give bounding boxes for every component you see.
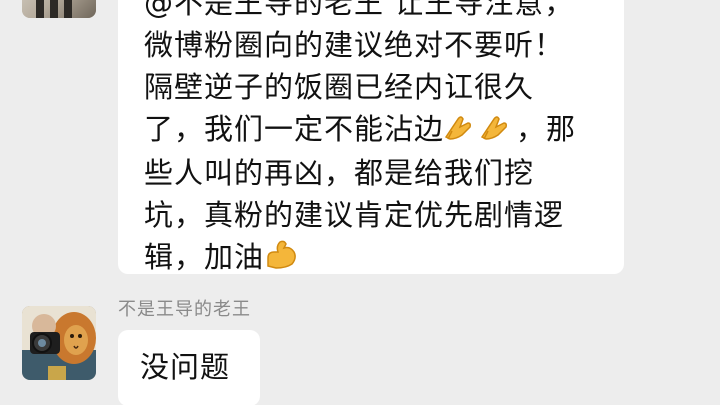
avatar-image	[22, 0, 96, 18]
message-line: 隔壁逆子的饭圈已经内讧很久	[144, 70, 535, 104]
message-line: 了，我们一定不能沾边	[144, 112, 445, 146]
avatar-stripe	[36, 0, 44, 18]
avatar[interactable]	[22, 306, 96, 380]
flexed-biceps-icon	[264, 238, 300, 281]
message-line: 辑，加油	[144, 240, 265, 274]
avatar[interactable]	[22, 0, 96, 18]
message-line: @不是王导的老王 让王导注意，	[144, 0, 575, 20]
message-line: ，那	[516, 112, 577, 146]
avatar-stripe	[50, 0, 58, 18]
praying-hands-icon	[444, 110, 480, 152]
praying-hands-icon	[480, 110, 516, 152]
sender-name: 不是王导的老王	[118, 299, 251, 320]
avatar-image	[22, 306, 96, 380]
message-line: 坑，真粉的建议肯定优先剧情逻	[144, 198, 565, 232]
avatar-stripe	[64, 0, 72, 18]
message-text: 没问题	[140, 350, 231, 384]
message-line: 微博粉圈向的建议绝对不要听！	[144, 28, 565, 62]
message-text: @不是王导的老王 让王导注意， 微博粉圈向的建议绝对不要听！ 隔壁逆子的饭圈已经…	[144, 0, 614, 281]
chat-view: @不是王导的老王 让王导注意， 微博粉圈向的建议绝对不要听！ 隔壁逆子的饭圈已经…	[0, 0, 720, 405]
message-bubble[interactable]: 没问题	[118, 330, 260, 405]
message-bubble[interactable]: @不是王导的老王 让王导注意， 微博粉圈向的建议绝对不要听！ 隔壁逆子的饭圈已经…	[118, 0, 624, 274]
message-line: 些人叫的再凶，都是给我们挖	[144, 156, 535, 190]
